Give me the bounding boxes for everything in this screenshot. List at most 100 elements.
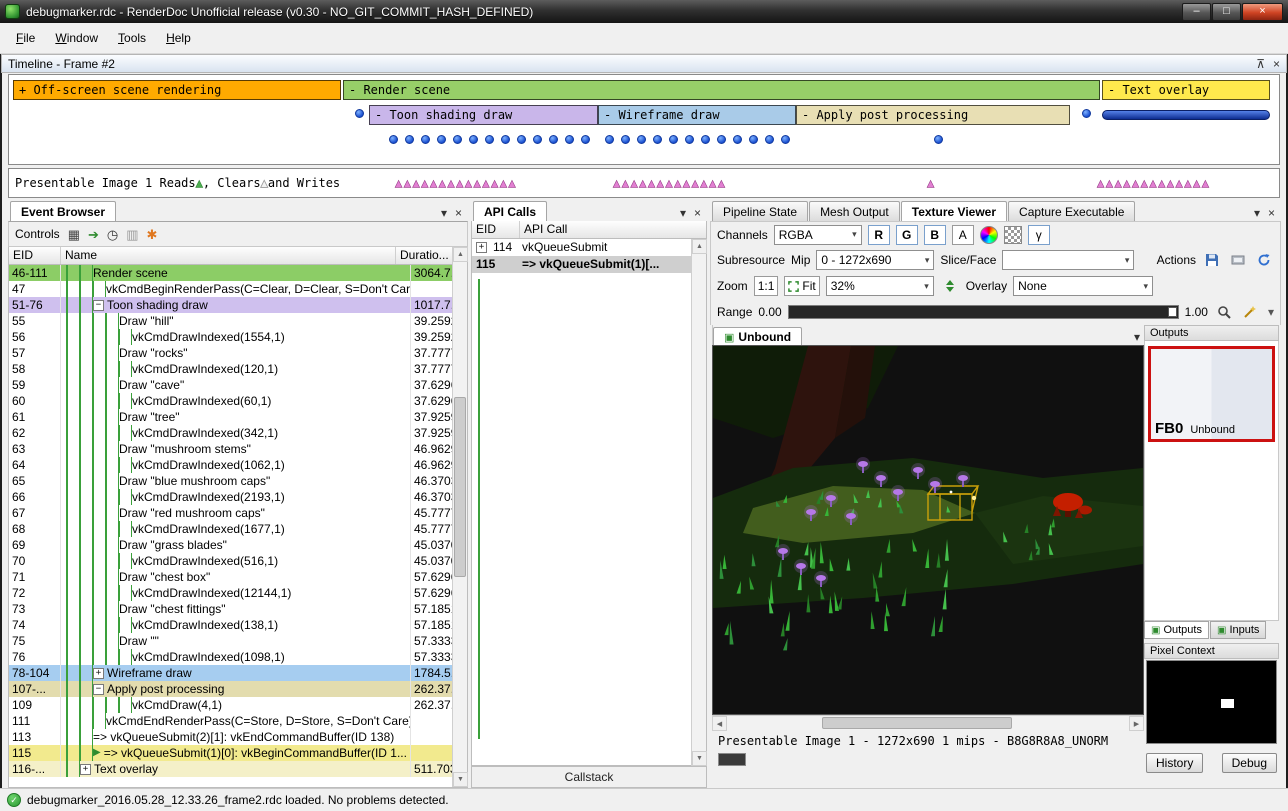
event-row[interactable]: 60vkCmdDrawIndexed(60,1)37.62963 bbox=[9, 393, 467, 409]
range-slider[interactable] bbox=[788, 305, 1179, 319]
draw-call-dot[interactable] bbox=[781, 135, 790, 144]
event-browser-vscrollbar[interactable]: ▲ ▼ bbox=[452, 247, 467, 787]
event-row[interactable]: 65Draw "blue mushroom caps"46.37037 bbox=[9, 473, 467, 489]
twisty-icon[interactable]: − bbox=[93, 300, 104, 311]
debug-button[interactable]: Debug bbox=[1222, 753, 1277, 773]
draw-call-dot[interactable] bbox=[549, 135, 558, 144]
close-icon[interactable]: × bbox=[694, 207, 701, 219]
draw-call-dot[interactable] bbox=[581, 135, 590, 144]
mip-select[interactable]: 0 - 1272x690 ▾ bbox=[816, 250, 934, 270]
magnifier-icon[interactable] bbox=[1214, 302, 1234, 322]
draw-call-dot[interactable] bbox=[605, 135, 614, 144]
event-row[interactable]: 59Draw "cave"37.62963 bbox=[9, 377, 467, 393]
history-button[interactable]: History bbox=[1146, 753, 1203, 773]
api-calls-vscrollbar[interactable]: ▲ ▼ bbox=[691, 239, 706, 766]
minimize-button[interactable]: – bbox=[1182, 3, 1211, 21]
duration-chart-icon[interactable]: ▥ bbox=[126, 228, 138, 241]
menu-help[interactable]: Help bbox=[156, 26, 201, 50]
event-row[interactable]: 64vkCmdDrawIndexed(1062,1)46.96296 bbox=[9, 457, 467, 473]
tab-texture-viewer[interactable]: Texture Viewer bbox=[901, 201, 1007, 221]
chevron-down-icon[interactable]: ▾ bbox=[680, 207, 686, 219]
export-icon[interactable] bbox=[1228, 250, 1248, 270]
event-row[interactable]: 70vkCmdDrawIndexed(516,1)45.03704 bbox=[9, 553, 467, 569]
draw-call-dot[interactable] bbox=[685, 135, 694, 144]
event-row[interactable]: 73Draw "chest fittings"57.18518 bbox=[9, 601, 467, 617]
timeline-settings-icon[interactable]: ▦ bbox=[68, 228, 80, 241]
column-eid[interactable]: EID bbox=[472, 221, 520, 238]
refresh-icon[interactable] bbox=[1254, 250, 1274, 270]
event-row[interactable]: 111vkCmdEndRenderPass(C=Store, D=Store, … bbox=[9, 713, 467, 729]
event-row[interactable]: 55Draw "hill"39.25926 bbox=[9, 313, 467, 329]
usage-triangle-group[interactable]: ▲▲▲▲▲▲▲▲▲▲▲▲▲ bbox=[1097, 176, 1210, 190]
chevron-down-icon[interactable]: ▾ bbox=[441, 207, 447, 219]
event-row[interactable]: 46-111Render scene3064.7... bbox=[9, 265, 467, 281]
draw-call-dot[interactable] bbox=[637, 135, 646, 144]
draw-call-dot[interactable] bbox=[389, 135, 398, 144]
auto-fit-wand-icon[interactable] bbox=[1240, 302, 1260, 322]
draw-call-dot[interactable] bbox=[1082, 109, 1091, 118]
scroll-up-icon[interactable]: ▲ bbox=[453, 247, 468, 262]
scroll-down-icon[interactable]: ▼ bbox=[453, 772, 468, 787]
timeline-block-offscreen[interactable]: + Off-screen scene rendering bbox=[13, 80, 341, 100]
scroll-up-icon[interactable]: ▲ bbox=[692, 239, 707, 254]
timeline-activity-bar[interactable] bbox=[1102, 110, 1270, 120]
texture-viewport[interactable] bbox=[712, 345, 1144, 715]
tab-api-calls[interactable]: API Calls bbox=[473, 201, 547, 221]
chevron-down-icon[interactable]: ▾ bbox=[1134, 331, 1140, 343]
event-row[interactable]: 109vkCmdDraw(4,1)262.37... bbox=[9, 697, 467, 713]
overflow-icon[interactable]: ▾ bbox=[1268, 306, 1274, 318]
event-row[interactable]: 107-...−Apply post processing262.37... bbox=[9, 681, 467, 697]
draw-call-dot[interactable] bbox=[653, 135, 662, 144]
event-row[interactable]: 76vkCmdDrawIndexed(1098,1)57.33333 bbox=[9, 649, 467, 665]
tab-capture-executable[interactable]: Capture Executable bbox=[1008, 201, 1135, 221]
close-icon[interactable]: × bbox=[1273, 58, 1280, 70]
draw-call-dot[interactable] bbox=[749, 135, 758, 144]
scroll-thumb[interactable] bbox=[454, 397, 466, 577]
column-api-call[interactable]: API Call bbox=[520, 221, 706, 238]
timeline-block-toon[interactable]: - Toon shading draw bbox=[369, 105, 598, 125]
draw-call-dot[interactable] bbox=[453, 135, 462, 144]
fb0-thumbnail[interactable]: FB0 Unbound bbox=[1148, 346, 1275, 442]
usage-triangle-group[interactable]: ▲▲▲▲▲▲▲▲▲▲▲▲▲ bbox=[613, 176, 726, 190]
timeline-header[interactable]: Timeline - Frame #2 ⊼ × bbox=[1, 54, 1287, 73]
checkerboard-icon[interactable] bbox=[1004, 226, 1022, 244]
scroll-down-icon[interactable]: ▼ bbox=[692, 751, 707, 766]
twisty-icon[interactable]: + bbox=[80, 764, 91, 775]
timeline-block-text-overlay[interactable]: - Text overlay bbox=[1102, 80, 1270, 100]
fit-button[interactable]: Fit bbox=[784, 276, 819, 296]
menu-tools[interactable]: Tools bbox=[108, 26, 156, 50]
gamma-button[interactable]: γ bbox=[1028, 225, 1050, 245]
channel-b-button[interactable]: B bbox=[924, 225, 946, 245]
save-icon[interactable] bbox=[1202, 250, 1222, 270]
zoom-1to1-button[interactable]: 1:1 bbox=[754, 276, 779, 296]
channel-r-button[interactable]: R bbox=[868, 225, 890, 245]
bookmark-icon[interactable]: ✱ bbox=[147, 228, 158, 241]
column-eid[interactable]: EID bbox=[9, 247, 61, 264]
time-draws-icon[interactable]: ◷ bbox=[107, 228, 118, 241]
tab-pipeline-state[interactable]: Pipeline State bbox=[712, 201, 808, 221]
tab-event-browser[interactable]: Event Browser bbox=[10, 201, 116, 221]
event-row[interactable]: 74vkCmdDrawIndexed(138,1)57.18518 bbox=[9, 617, 467, 633]
event-row[interactable]: 69Draw "grass blades"45.03704 bbox=[9, 537, 467, 553]
event-row[interactable]: 78-104+Wireframe draw1784.5... bbox=[9, 665, 467, 681]
event-row[interactable]: 75Draw ""57.33333 bbox=[9, 633, 467, 649]
draw-call-dot[interactable] bbox=[501, 135, 510, 144]
color-wheel-icon[interactable] bbox=[980, 226, 998, 244]
flip-y-icon[interactable] bbox=[940, 276, 960, 296]
twisty-icon[interactable]: − bbox=[93, 684, 104, 695]
draw-call-dot[interactable] bbox=[701, 135, 710, 144]
draw-call-dot[interactable] bbox=[733, 135, 742, 144]
zoom-select[interactable]: 32% ▾ bbox=[826, 276, 934, 296]
scroll-right-icon[interactable]: ▶ bbox=[1129, 716, 1144, 731]
timeline-body[interactable]: + Off-screen scene rendering - Render sc… bbox=[8, 74, 1280, 165]
draw-call-dot[interactable] bbox=[469, 135, 478, 144]
event-row[interactable]: 57Draw "rocks"37.77778 bbox=[9, 345, 467, 361]
draw-call-dot[interactable] bbox=[437, 135, 446, 144]
texture-tab-unbound[interactable]: ▣ Unbound bbox=[713, 327, 802, 345]
event-row[interactable]: 56vkCmdDrawIndexed(1554,1)39.25926 bbox=[9, 329, 467, 345]
goto-event-icon[interactable]: ➔ bbox=[88, 228, 99, 241]
channel-a-button[interactable]: A bbox=[952, 225, 974, 245]
chevron-down-icon[interactable]: ▾ bbox=[1254, 207, 1260, 219]
menu-file[interactable]: File bbox=[6, 26, 45, 50]
usage-triangle-group[interactable]: ▲ bbox=[927, 176, 936, 190]
